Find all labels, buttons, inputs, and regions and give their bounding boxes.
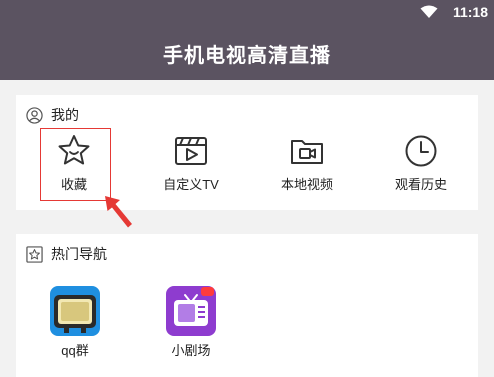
custom-tv-label: 自定义TV <box>163 177 219 192</box>
watch-history-button[interactable]: 观看历史 <box>366 133 476 203</box>
user-icon <box>26 106 43 124</box>
qq-group-label: qq群 <box>61 343 89 358</box>
tv-theater-app-icon <box>166 286 216 336</box>
hot-nav-card: 热门导航 qq群 小剧场 <box>16 234 478 377</box>
page-title: 手机电视高清直播 <box>163 45 331 67</box>
custom-tv-button[interactable]: 自定义TV <box>136 133 246 203</box>
mini-theater-app[interactable]: 小剧场 <box>146 286 236 359</box>
star-box-icon <box>26 245 43 263</box>
pointer-arrow-icon <box>105 196 132 228</box>
qq-group-app[interactable]: qq群 <box>30 286 120 359</box>
local-video-button[interactable]: 本地视频 <box>252 133 362 203</box>
local-video-label: 本地视频 <box>280 177 333 192</box>
clock-icon <box>405 135 437 167</box>
wifi-icon <box>420 5 438 18</box>
watch-history-label: 观看历史 <box>394 177 447 192</box>
video-folder-icon <box>291 140 323 164</box>
clapperboard-icon <box>175 137 207 165</box>
status-bar: 11:18 <box>0 0 494 24</box>
hot-nav-header: 热门导航 <box>26 244 107 264</box>
hot-nav-title: 热门导航 <box>51 246 107 262</box>
retro-tv-app-icon <box>50 286 100 336</box>
app-bar: 手机电视高清直播 <box>0 24 494 80</box>
status-time: 11:18 <box>452 4 488 20</box>
my-section-title: 我的 <box>51 107 79 123</box>
my-section-header: 我的 <box>26 105 79 125</box>
mini-theater-label: 小剧场 <box>171 343 211 358</box>
